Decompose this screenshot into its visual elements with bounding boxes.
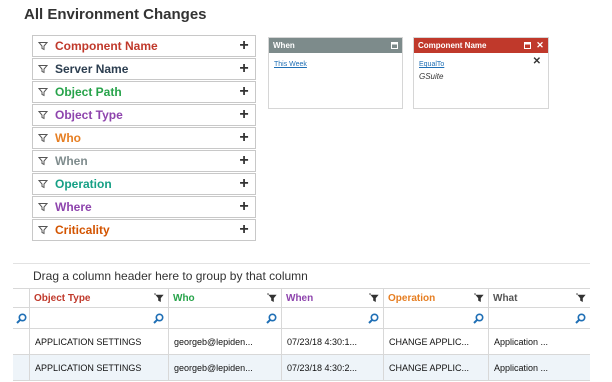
maximize-icon[interactable]	[522, 38, 532, 53]
component-card-title: Component Name	[418, 41, 487, 50]
funnel-icon	[33, 110, 53, 120]
group-by-hint: Drag a column header here to group by th…	[33, 269, 308, 283]
column-header-who[interactable]: Who	[168, 289, 281, 307]
filter-category-label: Operation	[55, 177, 112, 191]
changes-grid: Object Type Who When Operation What APPLICAT…	[13, 288, 590, 381]
column-header-label: When	[286, 292, 314, 304]
filter-category-where[interactable]: Where +	[32, 196, 256, 218]
add-filter-button[interactable]: +	[233, 199, 255, 215]
column-search-cell[interactable]	[281, 308, 383, 328]
filter-category-operation[interactable]: Operation +	[32, 173, 256, 195]
table-cell: CHANGE APPLIC...	[383, 329, 488, 354]
table-cell: APPLICATION SETTINGS	[29, 355, 168, 380]
table-cell: 07/23/18 4:30:2...	[281, 355, 383, 380]
funnel-icon	[33, 41, 53, 51]
when-card-title: When	[273, 41, 295, 50]
add-filter-button[interactable]: +	[233, 61, 255, 77]
column-search-cell[interactable]	[168, 308, 281, 328]
filter-category-label: Object Type	[55, 108, 123, 122]
filter-category-label: Who	[55, 131, 81, 145]
table-cell: Application ...	[488, 329, 590, 354]
magnifier-icon[interactable]	[266, 312, 277, 324]
filter-category-label: Component Name	[55, 39, 158, 53]
magnifier-icon[interactable]	[473, 312, 484, 324]
filter-category-criticality[interactable]: Criticality +	[32, 219, 256, 241]
funnel-icon	[33, 87, 53, 97]
filter-category-object-path[interactable]: Object Path +	[32, 81, 256, 103]
column-header-label: What	[493, 292, 518, 304]
column-header-operation[interactable]: Operation	[383, 289, 488, 307]
column-header-when[interactable]: When	[281, 289, 383, 307]
add-filter-button[interactable]: +	[233, 222, 255, 238]
magnifier-icon[interactable]	[15, 312, 27, 324]
filter-category-who[interactable]: Who +	[32, 127, 256, 149]
filter-category-list: Component Name + Server Name + Object Path + O…	[32, 35, 256, 242]
column-header-label: Operation	[388, 292, 436, 304]
filter-category-label: Where	[55, 200, 92, 214]
column-filter-icon[interactable]	[367, 293, 381, 304]
table-row[interactable]: APPLICATION SETTINGS georgeb@lepiden... 07…	[13, 355, 590, 381]
header-spacer	[13, 289, 29, 307]
magnifier-icon[interactable]	[368, 312, 379, 324]
column-header-object-type[interactable]: Object Type	[29, 289, 168, 307]
funnel-icon	[33, 156, 53, 166]
column-filter-icon[interactable]	[574, 293, 588, 304]
column-header-label: Who	[173, 292, 195, 304]
column-header-label: Object Type	[34, 292, 91, 304]
add-filter-button[interactable]: +	[233, 107, 255, 123]
component-condition-link[interactable]: EqualTo	[419, 61, 548, 68]
table-cell: APPLICATION SETTINGS	[29, 329, 168, 354]
table-cell: georgeb@lepiden...	[168, 355, 281, 380]
table-cell: 07/23/18 4:30:1...	[281, 329, 383, 354]
filter-category-server-name[interactable]: Server Name +	[32, 58, 256, 80]
column-filter-icon[interactable]	[472, 293, 486, 304]
table-cell: CHANGE APPLIC...	[383, 355, 488, 380]
magnifier-icon[interactable]	[575, 312, 586, 324]
remove-value-icon[interactable]: ✕	[533, 56, 541, 67]
funnel-icon	[33, 202, 53, 212]
funnel-icon	[33, 64, 53, 74]
filter-category-label: Criticality	[55, 223, 110, 237]
grid-filter-row	[13, 308, 590, 329]
page-title: All Environment Changes	[24, 6, 207, 23]
component-name-filter-card: Component Name ✕ EqualTo GSuite ✕	[413, 37, 549, 109]
when-filter-card: When This Week	[268, 37, 403, 109]
group-by-drop-area[interactable]: Drag a column header here to group by th…	[13, 263, 590, 288]
column-search-cell[interactable]	[29, 308, 168, 328]
row-spacer	[13, 355, 29, 380]
filter-category-label: When	[55, 154, 88, 168]
table-row[interactable]: APPLICATION SETTINGS georgeb@lepiden... 07…	[13, 329, 590, 355]
add-filter-button[interactable]: +	[233, 84, 255, 100]
maximize-icon[interactable]	[389, 38, 399, 53]
grid-header-row: Object Type Who When Operation What	[13, 288, 590, 308]
component-card-header: Component Name ✕	[414, 38, 548, 53]
add-filter-button[interactable]: +	[233, 38, 255, 54]
filter-category-label: Object Path	[55, 85, 122, 99]
add-filter-button[interactable]: +	[233, 176, 255, 192]
filter-category-label: Server Name	[55, 62, 129, 76]
table-cell: georgeb@lepiden...	[168, 329, 281, 354]
table-cell: Application ...	[488, 355, 590, 380]
column-search-cell[interactable]	[383, 308, 488, 328]
column-filter-icon[interactable]	[152, 293, 166, 304]
column-search-cell[interactable]	[488, 308, 590, 328]
magnifier-icon[interactable]	[153, 312, 164, 324]
funnel-icon	[33, 179, 53, 189]
row-spacer	[13, 329, 29, 354]
add-filter-button[interactable]: +	[233, 130, 255, 146]
filter-row-icon-cell[interactable]	[13, 308, 29, 328]
column-filter-icon[interactable]	[265, 293, 279, 304]
funnel-icon	[33, 225, 53, 235]
when-card-header: When	[269, 38, 402, 53]
add-filter-button[interactable]: +	[233, 153, 255, 169]
filter-category-object-type[interactable]: Object Type +	[32, 104, 256, 126]
column-header-what[interactable]: What	[488, 289, 590, 307]
close-icon[interactable]: ✕	[535, 38, 545, 53]
funnel-icon	[33, 133, 53, 143]
component-condition-value: GSuite	[419, 72, 444, 81]
when-condition-link[interactable]: This Week	[274, 61, 402, 68]
filter-category-when[interactable]: When +	[32, 150, 256, 172]
filter-category-component-name[interactable]: Component Name +	[32, 35, 256, 57]
